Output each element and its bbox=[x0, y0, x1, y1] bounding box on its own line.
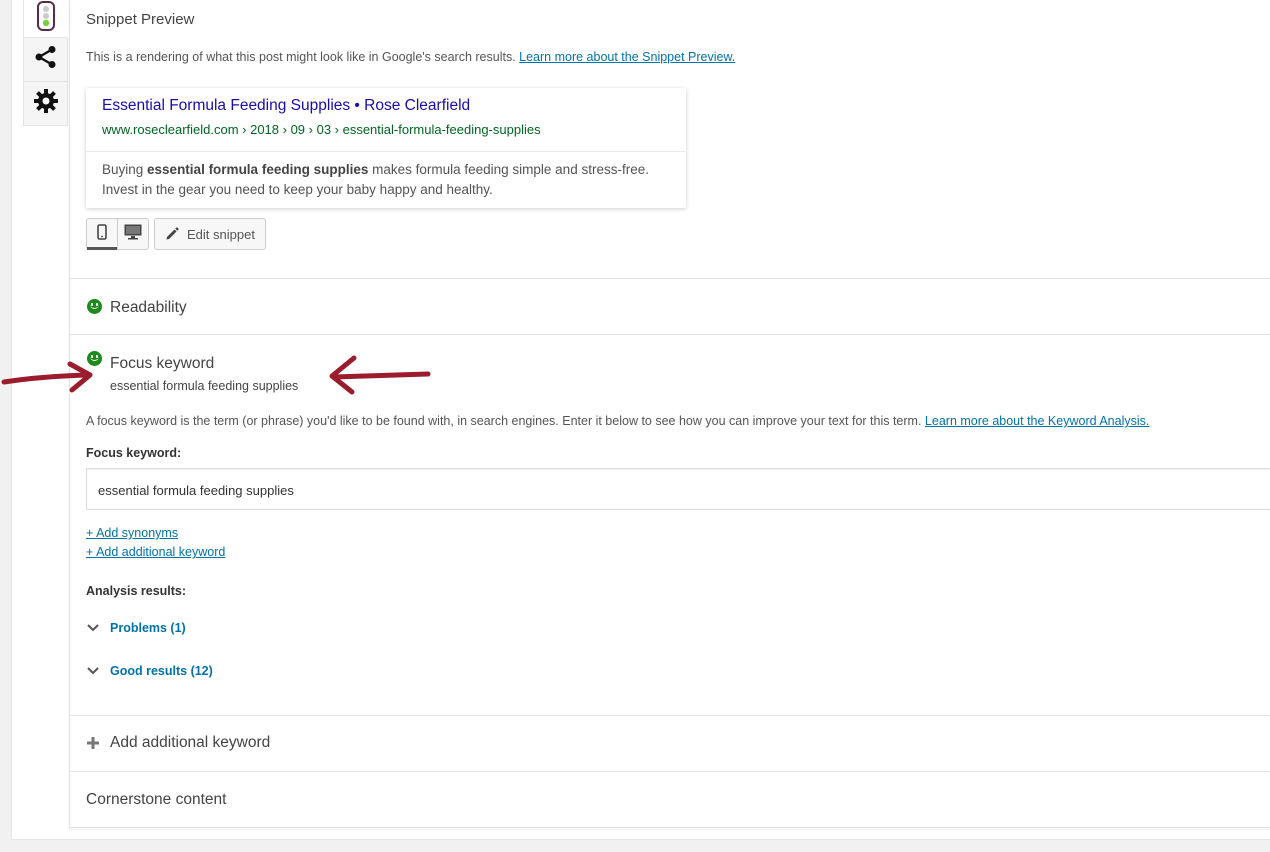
good-results-toggle[interactable]: Good results (12) bbox=[86, 664, 213, 678]
focus-keyword-subtitle: essential formula feeding supplies bbox=[110, 379, 299, 393]
focus-help-text: A focus keyword is the term (or phrase) … bbox=[86, 414, 922, 428]
desktop-icon bbox=[124, 224, 142, 245]
tab-seo[interactable] bbox=[23, 0, 68, 38]
edit-snippet-label: Edit snippet bbox=[187, 226, 255, 242]
mobile-preview-button[interactable] bbox=[87, 219, 118, 250]
focus-keyword-heading[interactable]: Focus keyword bbox=[110, 355, 214, 373]
section-divider bbox=[70, 334, 1270, 335]
snippet-preview-heading: Snippet Preview bbox=[86, 11, 195, 28]
snippet-learn-more-link[interactable]: Learn more about the Snippet Preview. bbox=[519, 50, 735, 64]
add-keyword-heading: Add additional keyword bbox=[110, 734, 271, 751]
share-icon bbox=[34, 45, 58, 74]
analysis-results-label: Analysis results: bbox=[86, 584, 187, 598]
focus-keyword-help: A focus keyword is the term (or phrase) … bbox=[86, 414, 1149, 428]
problems-toggle[interactable]: Problems (1) bbox=[86, 621, 186, 635]
tab-social[interactable] bbox=[23, 38, 68, 82]
focus-keyword-field-label: Focus keyword: bbox=[86, 446, 182, 460]
focus-keyword-input-value: essential formula feeding supplies bbox=[98, 483, 294, 498]
tab-advanced[interactable] bbox=[23, 82, 68, 126]
add-synonyms-link[interactable]: + Add synonyms bbox=[86, 526, 178, 540]
section-divider bbox=[70, 771, 1270, 772]
mobile-icon bbox=[97, 223, 107, 245]
problems-label: Problems (1) bbox=[110, 621, 186, 635]
section-divider bbox=[70, 715, 1270, 716]
snippet-intro-text: This is a rendering of what this post mi… bbox=[86, 50, 516, 64]
metabox-side-tabs bbox=[23, 0, 69, 126]
chevron-down-icon bbox=[86, 623, 110, 633]
pencil-icon bbox=[165, 227, 179, 241]
serp-title[interactable]: Essential Formula Feeding Supplies • Ros… bbox=[102, 97, 470, 115]
readability-heading: Readability bbox=[110, 299, 187, 316]
serp-url[interactable]: www.roseclearfield.com › 2018 › 09 › 03 … bbox=[102, 122, 541, 137]
serp-description[interactable]: Buying essential formula feeding supplie… bbox=[102, 160, 672, 200]
panel-bottom-border bbox=[70, 827, 1270, 828]
desktop-preview-button[interactable] bbox=[118, 219, 148, 249]
annotation-arrow-left-icon bbox=[326, 354, 434, 401]
edit-snippet-button[interactable]: Edit snippet bbox=[154, 218, 266, 250]
serp-desc-keyword: essential formula feeding supplies bbox=[147, 162, 369, 177]
gear-icon bbox=[33, 88, 59, 119]
chevron-down-icon bbox=[86, 666, 110, 676]
good-results-label: Good results (12) bbox=[110, 664, 213, 678]
traffic-light-icon bbox=[36, 1, 56, 36]
add-keyword-section-toggle[interactable]: Add additional keyword bbox=[86, 734, 270, 752]
add-additional-keyword-link[interactable]: + Add additional keyword bbox=[86, 545, 225, 559]
annotation-arrow-right-icon bbox=[0, 360, 100, 401]
preview-mode-toggle bbox=[86, 218, 149, 250]
keyword-analysis-learn-more-link[interactable]: Learn more about the Keyword Analysis. bbox=[925, 414, 1149, 428]
snippet-preview-intro: This is a rendering of what this post mi… bbox=[86, 50, 735, 64]
focus-keyword-input[interactable]: essential formula feeding supplies bbox=[86, 468, 1270, 510]
serp-desc-start: Buying bbox=[102, 162, 148, 177]
cornerstone-content-toggle[interactable]: Cornerstone content bbox=[86, 791, 226, 809]
snippet-preview-card[interactable]: Essential Formula Feeding Supplies • Ros… bbox=[86, 88, 686, 208]
readability-section-toggle[interactable] bbox=[70, 279, 1270, 334]
plus-icon bbox=[86, 736, 110, 750]
good-smiley-icon bbox=[87, 299, 102, 314]
serp-divider bbox=[86, 151, 686, 152]
